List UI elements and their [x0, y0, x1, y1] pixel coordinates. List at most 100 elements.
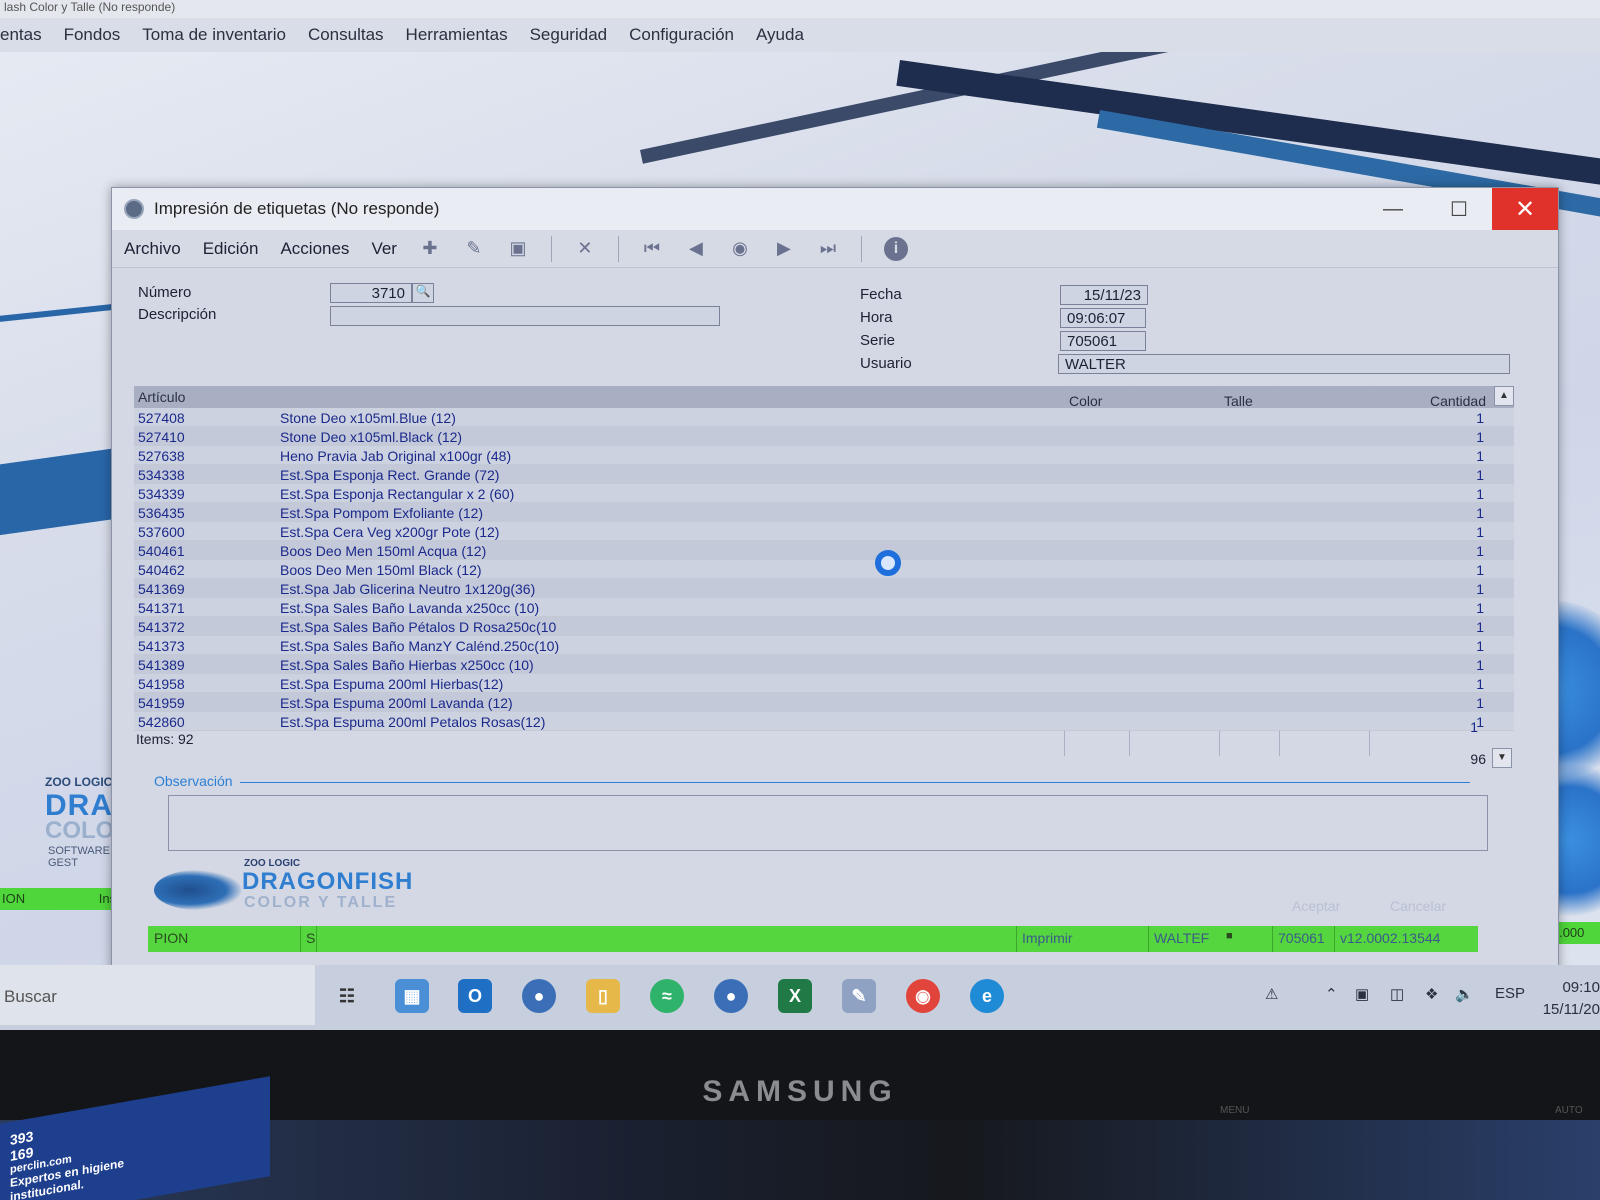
row-quantity: 1 [1476, 600, 1484, 616]
numero-field[interactable]: 3710 [330, 283, 412, 303]
status-divider [1148, 926, 1149, 952]
dialog-titlebar[interactable]: Impresión de etiquetas (No responde) — ☐… [112, 188, 1558, 230]
network-icon[interactable]: ◫ [1390, 985, 1404, 1003]
table-row[interactable]: 536435 Est.Spa Pompom Exfoliante (12) 1 [134, 503, 1514, 522]
chrome-icon[interactable]: ◉ [906, 979, 940, 1013]
volume-icon[interactable]: 🔈 [1455, 985, 1474, 1003]
header-cantidad[interactable]: Cantidad [1430, 393, 1486, 409]
menu-edicion[interactable]: Edición [203, 239, 259, 259]
app-menu-item[interactable]: Toma de inventario [142, 25, 286, 45]
save-icon[interactable]: ▣ [507, 238, 529, 259]
aceptar-button[interactable]: Aceptar [1292, 898, 1340, 914]
maximize-button[interactable]: ☐ [1426, 188, 1492, 230]
table-row[interactable]: 541959 Est.Spa Espuma 200ml Lavanda (12) 1 [134, 693, 1514, 712]
row-code: 527408 [138, 410, 185, 426]
row-description: Stone Deo x105ml.Black (12) [280, 429, 463, 445]
row-quantity: 1 [1476, 486, 1484, 502]
table-row[interactable]: 541371 Est.Spa Sales Baño Lavanda x250cc … [134, 598, 1514, 617]
edit-icon[interactable]: ✎ [463, 238, 485, 259]
first-icon[interactable]: ⏮ [641, 238, 663, 259]
row-quantity: 1 [1476, 581, 1484, 597]
network-alert-icon[interactable]: ⚠ [1265, 985, 1278, 1003]
table-row[interactable]: 541373 Est.Spa Sales Baño ManzY Calénd.25… [134, 636, 1514, 655]
taskbar-clock[interactable]: 09:10 15/11/20 [1543, 977, 1600, 1021]
excel-icon[interactable]: X [778, 979, 812, 1013]
loading-spinner-icon [875, 550, 901, 576]
usuario-field[interactable]: WALTER [1058, 354, 1510, 374]
table-row[interactable]: 527638 Heno Pravia Jab Original x100gr (4… [134, 446, 1514, 465]
row-quantity: 1 [1476, 524, 1484, 540]
outlook-icon[interactable]: O [458, 979, 492, 1013]
edge-icon[interactable]: e [970, 979, 1004, 1013]
task-view-icon[interactable]: ☷ [330, 979, 364, 1013]
taskbar-search[interactable]: Buscar [0, 965, 315, 1025]
dropbox-icon[interactable]: ❖ [1425, 985, 1438, 1003]
header-talle[interactable]: Talle [1224, 393, 1253, 409]
menu-archivo[interactable]: Archivo [124, 239, 181, 259]
table-row[interactable]: 534338 Est.Spa Esponja Rect. Grande (72) 1 [134, 465, 1514, 484]
dragonfish-app-icon[interactable]: ● [714, 979, 748, 1013]
logo-dragonfish: DRAGONFISH [242, 868, 414, 895]
add-icon[interactable]: ✚ [419, 238, 441, 259]
calculator-icon[interactable]: ▦ [395, 979, 429, 1013]
prev-icon[interactable]: ◀ [685, 238, 707, 259]
delete-icon[interactable]: ✕ [574, 238, 596, 259]
notepad-icon[interactable]: ✎ [842, 979, 876, 1013]
minimize-button[interactable]: — [1360, 188, 1426, 230]
app-menu-item[interactable]: Consultas [308, 25, 384, 45]
language-indicator[interactable]: ESP [1495, 985, 1525, 1002]
table-row[interactable]: 534339 Est.Spa Esponja Rectangular x 2 (6… [134, 484, 1514, 503]
app-menu-item[interactable]: entas [0, 25, 42, 45]
row-quantity: 1 [1476, 543, 1484, 559]
logo-color-talle: COLOR Y TALLE [244, 894, 398, 911]
scroll-down-icon[interactable]: ▼ [1492, 748, 1512, 768]
app-menu-item[interactable]: Herramientas [406, 25, 508, 45]
descripcion-field[interactable] [330, 306, 720, 326]
cancelar-button[interactable]: Cancelar [1390, 898, 1446, 914]
close-button[interactable]: ✕ [1492, 188, 1558, 230]
table-row[interactable]: 527410 Stone Deo x105ml.Black (12) 1 [134, 427, 1514, 446]
table-row[interactable]: 541958 Est.Spa Espuma 200ml Hierbas(12) 1 [134, 674, 1514, 693]
row-quantity: 1 [1476, 562, 1484, 578]
table-row[interactable]: 542860 Est.Spa Espuma 200ml Petalos Rosas… [134, 712, 1514, 731]
file-explorer-icon[interactable]: ▯ [586, 979, 620, 1013]
row-code: 542860 [138, 714, 185, 730]
scroll-up-icon[interactable]: ▲ [1494, 386, 1514, 406]
row-description: Stone Deo x105ml.Blue (12) [280, 410, 456, 426]
table-row[interactable]: 540462 Boos Deo Men 150ml Black (12) 1 [134, 560, 1514, 579]
app-menu-item[interactable]: Ayuda [756, 25, 804, 45]
table-row[interactable]: 541369 Est.Spa Jab Glicerina Neutro 1x120… [134, 579, 1514, 598]
dragonfish-app-icon[interactable]: ● [522, 979, 556, 1013]
serie-field[interactable]: 705061 [1060, 331, 1146, 351]
row-description: Est.Spa Cera Veg x200gr Pote (12) [280, 524, 500, 540]
observacion-textarea[interactable] [168, 795, 1488, 851]
header-form: Número 3710 🔍 Descripción Fecha 15/11/23… [112, 268, 1558, 388]
chevron-up-icon[interactable]: ⌃ [1325, 985, 1338, 1003]
app-menubar: entas Fondos Toma de inventario Consulta… [0, 18, 1600, 52]
last-icon[interactable]: ⏭ [817, 238, 839, 259]
table-row[interactable]: 540461 Boos Deo Men 150ml Acqua (12) 1 [134, 541, 1514, 560]
app-menu-item[interactable]: Seguridad [530, 25, 608, 45]
row-quantity: 1 [1476, 657, 1484, 673]
next-icon[interactable]: ▶ [773, 238, 795, 259]
articles-grid: Artículo Color Talle Cantidad 527408 Ston… [134, 386, 1514, 756]
search-icon[interactable]: ◉ [729, 238, 751, 259]
table-row[interactable]: 541372 Est.Spa Sales Baño Pétalos D Rosa2… [134, 617, 1514, 636]
header-articulo[interactable]: Artículo [138, 389, 185, 405]
app-menu-item[interactable]: Configuración [629, 25, 734, 45]
info-icon[interactable]: i [883, 236, 908, 261]
lookup-icon[interactable]: 🔍 [412, 283, 434, 303]
menu-ver[interactable]: Ver [371, 239, 397, 259]
row-code: 534339 [138, 486, 185, 502]
table-row[interactable]: 527408 Stone Deo x105ml.Blue (12) 1 [134, 408, 1514, 427]
tray-app-icon[interactable]: ▣ [1355, 985, 1369, 1003]
spotify-icon[interactable]: ≈ [650, 979, 684, 1013]
fecha-field[interactable]: 15/11/23 [1060, 285, 1148, 305]
table-row[interactable]: 537600 Est.Spa Cera Veg x200gr Pote (12) 1 [134, 522, 1514, 541]
menu-acciones[interactable]: Acciones [280, 239, 349, 259]
numero-label: Número [138, 284, 192, 301]
hora-field[interactable]: 09:06:07 [1060, 308, 1146, 328]
app-menu-item[interactable]: Fondos [64, 25, 121, 45]
table-row[interactable]: 541389 Est.Spa Sales Baño Hierbas x250cc … [134, 655, 1514, 674]
header-color[interactable]: Color [1069, 393, 1102, 409]
